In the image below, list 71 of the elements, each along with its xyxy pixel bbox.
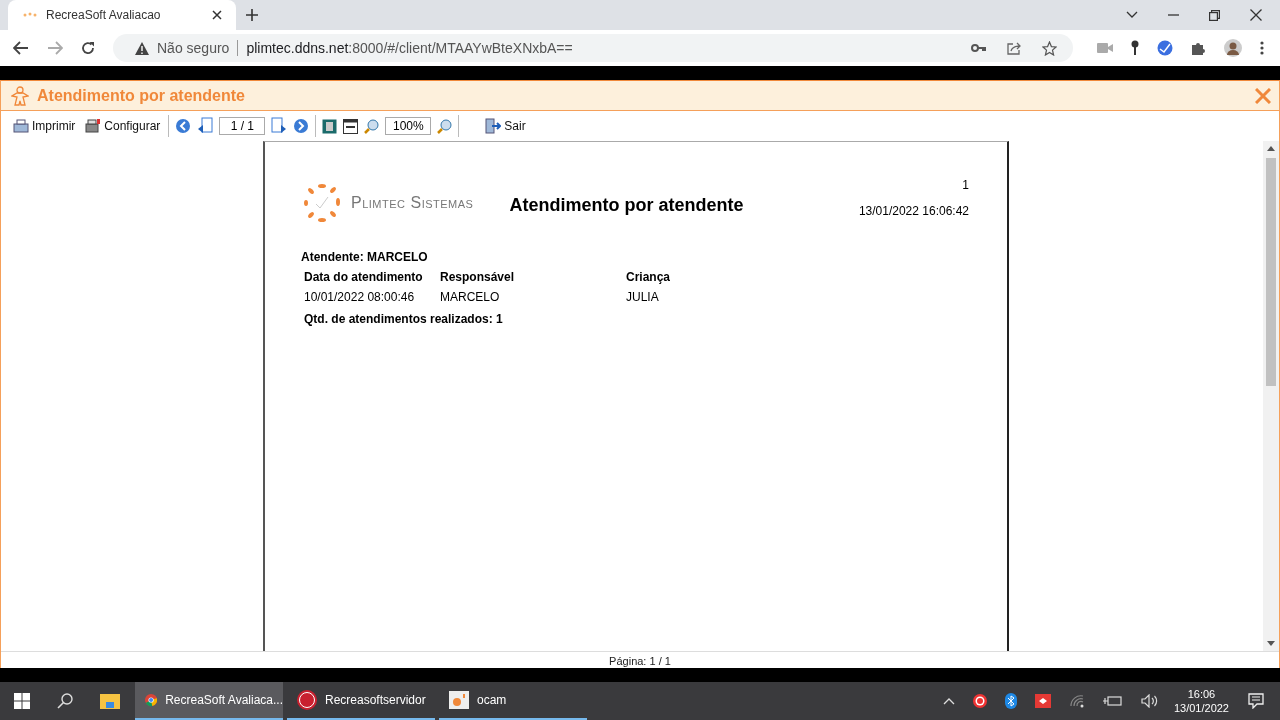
share-icon[interactable]	[1007, 41, 1022, 55]
next-page-icon[interactable]	[271, 117, 288, 135]
search-icon[interactable]	[57, 693, 73, 709]
page-field[interactable]: 1 / 1	[219, 117, 266, 135]
pin-icon[interactable]	[1131, 40, 1139, 56]
wifi-icon[interactable]	[1068, 694, 1085, 708]
back-arrow-icon[interactable]	[13, 41, 29, 55]
new-tab-icon[interactable]	[246, 9, 258, 21]
column-header: Data do atendimento	[304, 270, 424, 284]
dots-icon	[22, 11, 38, 19]
zoom-field[interactable]: 100%	[385, 117, 432, 135]
report-title: Atendimento por atendente	[509, 194, 744, 216]
more-menu-icon[interactable]	[1260, 41, 1264, 55]
notification-icon[interactable]	[1248, 693, 1264, 709]
printer-settings-icon	[85, 119, 102, 133]
previous-page-icon[interactable]	[197, 117, 214, 135]
zoom-out-icon[interactable]	[437, 118, 453, 134]
url-text: plimtec.ddns.net:8000/#/client/MTAAYwBteXNxbA==	[246, 40, 573, 56]
warning-icon	[135, 41, 149, 55]
browser-tab[interactable]: RecreaSoft Avaliacao	[8, 0, 236, 30]
key-icon[interactable]	[971, 44, 987, 52]
zoom-in-icon[interactable]	[364, 118, 380, 134]
taskbar-item[interactable]: RecreaSoft Avaliaca...	[135, 682, 283, 720]
page-indicator: Página: 1 / 1	[609, 655, 671, 667]
avatar-icon[interactable]	[1224, 39, 1242, 57]
security-label: Não seguro	[157, 40, 230, 56]
taskbar-item[interactable]: Recreasoftservidor	[287, 682, 435, 720]
star-icon[interactable]	[1042, 40, 1057, 56]
last-page-icon[interactable]	[293, 118, 310, 134]
bluetooth-icon[interactable]	[1004, 693, 1017, 709]
clock-time: 16:06	[1187, 688, 1216, 700]
tab-title: RecreaSoft Avaliacao	[46, 8, 162, 22]
table-cell-text: 10/01/2022 08:00:46	[304, 290, 416, 304]
speaker-icon[interactable]	[1140, 694, 1159, 708]
scrollbar[interactable]	[1263, 141, 1279, 651]
taskbar-item[interactable]: ocam	[439, 682, 587, 720]
clock-date: 13/01/2022	[1173, 702, 1229, 714]
ocam-icon	[449, 691, 469, 709]
reload-icon[interactable]	[81, 41, 95, 55]
scroll-down-icon[interactable]	[1267, 641, 1275, 646]
close-icon[interactable]	[212, 10, 222, 20]
app-tray-icon[interactable]	[1034, 694, 1051, 708]
report-datetime: 13/01/2022 16:06:42	[858, 204, 969, 218]
puzzle-icon[interactable]	[1191, 40, 1206, 56]
folder-icon[interactable]	[100, 693, 120, 709]
attendant-label: Atendente: MARCELO	[301, 250, 429, 264]
battery-icon[interactable]	[1102, 695, 1123, 707]
record-icon[interactable]	[972, 694, 987, 708]
windows-start-icon[interactable]	[14, 693, 30, 709]
window-title: Atendimento por atendente	[37, 86, 245, 105]
chevron-down-icon[interactable]	[1126, 11, 1138, 19]
summary-text: Qtd. de atendimentos realizados: 1	[304, 312, 504, 326]
column-header: Responsável	[440, 270, 516, 284]
first-page-icon[interactable]	[175, 118, 192, 134]
print-button[interactable]: Imprimir	[11, 117, 78, 135]
close-icon[interactable]	[1250, 9, 1262, 21]
configure-button[interactable]: Configurar	[83, 117, 163, 135]
fit-width-icon[interactable]	[343, 118, 359, 134]
fit-page-icon[interactable]	[322, 118, 338, 134]
table-cell-text: JULIA	[626, 290, 660, 304]
page-number: 1	[962, 178, 969, 192]
chevron-up-icon[interactable]	[942, 697, 955, 705]
logo-text: Plimtec Sistemas	[351, 194, 474, 212]
exit-door-icon	[485, 118, 502, 134]
restore-icon[interactable]	[1209, 9, 1220, 21]
scroll-up-icon[interactable]	[1267, 146, 1275, 151]
logo-icon	[301, 182, 343, 224]
address-field[interactable]: Não seguro plimtec.ddns.net:8000/#/client/MTAAYwBteXNxbA==	[113, 34, 1073, 62]
table-cell-text: MARCELO	[440, 290, 501, 304]
column-header: Criança	[626, 270, 672, 284]
exit-button[interactable]: Sair	[483, 116, 528, 136]
